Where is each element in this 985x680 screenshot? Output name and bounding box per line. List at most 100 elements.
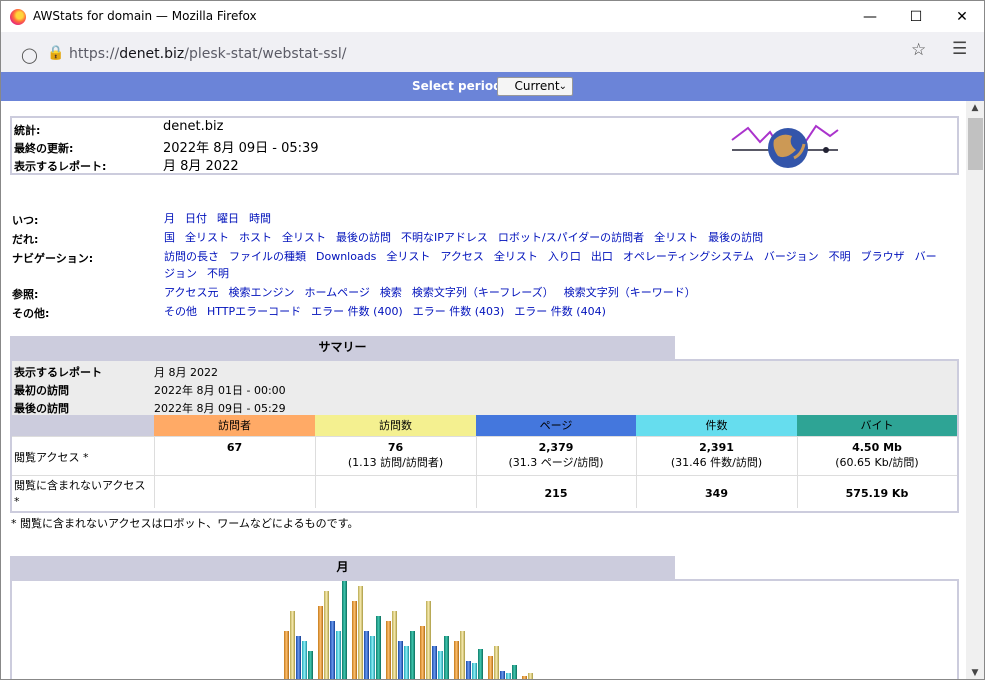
url-bar[interactable]: ◯ 🔒 https://denet.biz/plesk-stat/webstat… [7,36,939,68]
chart-bar [324,591,329,679]
chart-bar [506,673,511,679]
nav-links-others: その他 HTTPエラーコード エラー 件数 (400) エラー 件数 (403) エラー… [164,303,944,320]
notviewed-bytes: 575.19 Kb [845,487,909,500]
nav-link[interactable]: ホームページ [304,286,369,299]
chart-bar [342,581,347,679]
chart-bar [376,616,381,679]
period-label: Select period [412,79,502,93]
viewed-visits: 76 [387,441,404,454]
updated-label: 最終の更新: [14,142,74,155]
nav-link[interactable]: ホスト [239,231,272,244]
nav-link[interactable]: 訪問の長さ [164,250,219,263]
nav-links-who: 国全リスト ホスト 全リスト 最後の訪問 不明なIPアドレス ロボット/スパイダーの訪問者… [164,229,944,246]
col-pages: ページ [476,415,636,436]
nav-link[interactable]: 全リスト [386,250,430,263]
scroll-down-icon[interactable]: ▼ [966,668,984,678]
nav-link[interactable]: 検索エンジン [228,286,294,299]
nav-link[interactable]: エラー 件数 (400) [311,305,403,318]
window-titlebar: AWStats for domain — Mozilla Firefox — ☐… [0,0,985,32]
nav-link[interactable]: 最後の訪問 [336,231,391,244]
nav-link[interactable]: ブラウザ [861,250,905,263]
maximize-icon[interactable]: ☐ [893,1,939,33]
close-icon[interactable]: ✕ [939,1,985,33]
chart-bar [296,636,301,679]
nav-link[interactable]: 月 [164,212,175,225]
nav-link[interactable]: オペレーティングシステム [623,250,754,263]
chart-bar [330,621,335,679]
chart-bar [460,631,465,679]
viewed-bytes: 4.50 Mb [852,441,902,454]
nav-link[interactable]: 時間 [249,212,271,225]
month-chart [284,581,533,679]
chart-bar [528,673,533,679]
stats-label: 統計: [14,124,41,137]
chart-bar [302,641,307,679]
nav-link[interactable]: ロボット/スパイダーの訪問者 [498,231,644,244]
nav-link[interactable]: 不明 [207,267,229,280]
scroll-up-icon[interactable]: ▲ [966,103,984,113]
nav-link[interactable]: 国 [164,231,175,244]
nav-link[interactable]: 全リスト [185,231,229,244]
chart-bar [284,631,289,679]
viewed-visitors: 67 [226,441,243,454]
chart-bar [426,601,431,679]
chart-bar [370,636,375,679]
lock-icon[interactable]: 🔒 [47,45,64,61]
chart-bar [500,671,505,679]
nav-link[interactable]: 不明なIPアドレス [401,231,488,244]
period-select[interactable]: Current ⌄ [497,77,573,96]
nav-link[interactable]: 検索文字列（キーワード） [564,286,696,299]
nav-link[interactable]: 曜日 [217,212,239,225]
chart-bar [364,631,369,679]
minimize-icon[interactable]: — [847,1,893,33]
shield-icon[interactable]: ◯ [21,46,38,64]
nav-label-when: いつ: [12,214,39,227]
updated-value: 2022年 8月 09日 - 05:39 [163,141,319,156]
summary-last-row: 最後の訪問 2022年 8月 09日 - 05:29 [12,397,957,415]
chart-bar [444,636,449,679]
window-title: AWStats for domain — Mozilla Firefox [33,9,257,23]
nav-link[interactable]: バージョン [764,250,819,263]
nav-link[interactable]: 最後の訪問 [708,231,763,244]
chart-bar [512,665,517,679]
nav-link[interactable]: 検索文字列（キーフレーズ） [412,286,554,299]
summary-footnote: * 閲覧に含まれないアクセスはロボット、ワームなどによるものです。 [11,517,359,530]
viewed-hits: 2,391 [699,441,734,454]
nav-link[interactable]: 全リスト [494,250,538,263]
nav-link[interactable]: エラー 件数 (404) [514,305,606,318]
scroll-thumb[interactable] [968,118,983,170]
nav-link[interactable]: 検索 [380,286,402,299]
bookmark-star-icon[interactable]: ☆ [911,40,926,60]
chart-bar [336,631,341,679]
nav-label-others: その他: [12,307,50,320]
chart-bar [472,663,477,679]
nav-link[interactable]: 全リスト [654,231,698,244]
vertical-scrollbar[interactable]: ▲ ▼ [966,101,984,679]
chart-bar [488,656,493,679]
url-text[interactable]: https://denet.biz/plesk-stat/webstat-ssl… [69,46,346,62]
period-bar: Select period Current ⌄ [1,72,984,101]
nav-label-referrers: 参照: [12,288,39,301]
chart-bar [398,641,403,679]
summary-table: 表示するレポート 月 8月 2022 最初の訪問 2022年 8月 01日 - … [10,359,959,513]
nav-link[interactable]: 入り口 [548,250,581,263]
chart-bar [404,646,409,679]
nav-link[interactable]: エラー 件数 (403) [413,305,505,318]
nav-link[interactable]: 日付 [185,212,207,225]
nav-link[interactable]: 不明 [829,250,851,263]
nav-link[interactable]: その他 [164,305,197,318]
nav-links-navigation: 訪問の長さ ファイルの種類 Downloads 全リスト アクセス 全リスト 入り口 出口 オペ… [164,248,944,282]
nav-link[interactable]: Downloads [316,250,376,263]
nav-link[interactable]: HTTPエラーコード [207,305,301,318]
hamburger-menu-icon[interactable]: ☰ [952,39,967,59]
header-blank-cell [12,415,154,436]
nav-link[interactable]: 出口 [591,250,613,263]
nav-links-referrers: アクセス元 検索エンジン ホームページ 検索 検索文字列（キーフレーズ） 検索文字列（キー… [164,284,944,301]
nav-link[interactable]: アクセス元 [164,286,218,299]
nav-link[interactable]: ファイルの種類 [229,250,306,263]
chart-bar [420,626,425,679]
notviewed-hits: 349 [705,487,728,500]
nav-link[interactable]: 全リスト [282,231,326,244]
nav-link[interactable]: アクセス [440,250,483,263]
col-bytes: バイト [797,415,957,436]
